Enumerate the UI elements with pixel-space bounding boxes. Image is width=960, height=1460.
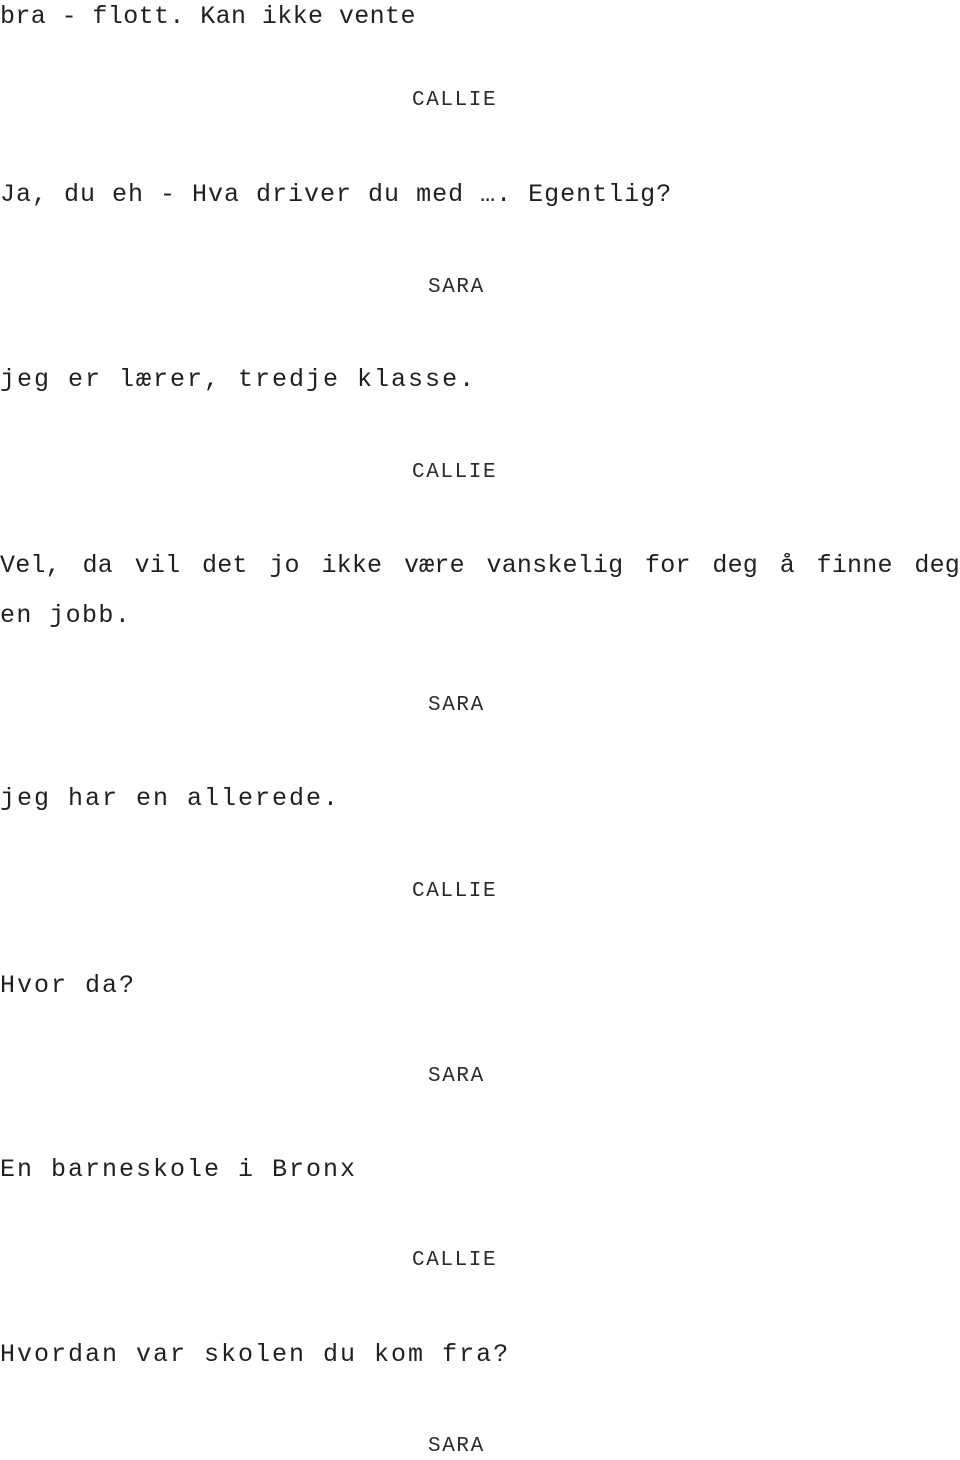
- character-cue-callie: CALLIE: [412, 880, 498, 903]
- dialogue-line-justified: Vel, da vil det jo ikke være vanskelig f…: [0, 551, 960, 580]
- dialogue-line: jeg har en allerede.: [0, 784, 341, 813]
- dialogue-line: Ja, du eh - Hva driver du med …. Egentli…: [0, 180, 673, 209]
- dialogue-line: Hvordan var skolen du kom fra?: [0, 1340, 511, 1369]
- character-cue-sara: SARA: [428, 276, 485, 299]
- dialogue-line: Hvor da?: [0, 971, 137, 1000]
- character-cue-sara: SARA: [428, 694, 485, 717]
- character-cue-sara: SARA: [428, 1065, 485, 1088]
- character-cue-sara: SARA: [428, 1435, 485, 1458]
- dialogue-line: jeg er lærer, tredje klasse.: [0, 365, 477, 394]
- dialogue-line: En barneskole i Bronx: [0, 1155, 358, 1184]
- character-cue-callie: CALLIE: [412, 1249, 498, 1272]
- character-cue-callie: CALLIE: [412, 461, 498, 484]
- character-cue-callie: CALLIE: [412, 89, 498, 112]
- script-page: bra - flott. Kan ikke vente CALLIE Ja, d…: [0, 0, 960, 1458]
- dialogue-line: bra - flott. Kan ikke vente: [0, 2, 416, 31]
- dialogue-line: en jobb.: [0, 601, 132, 630]
